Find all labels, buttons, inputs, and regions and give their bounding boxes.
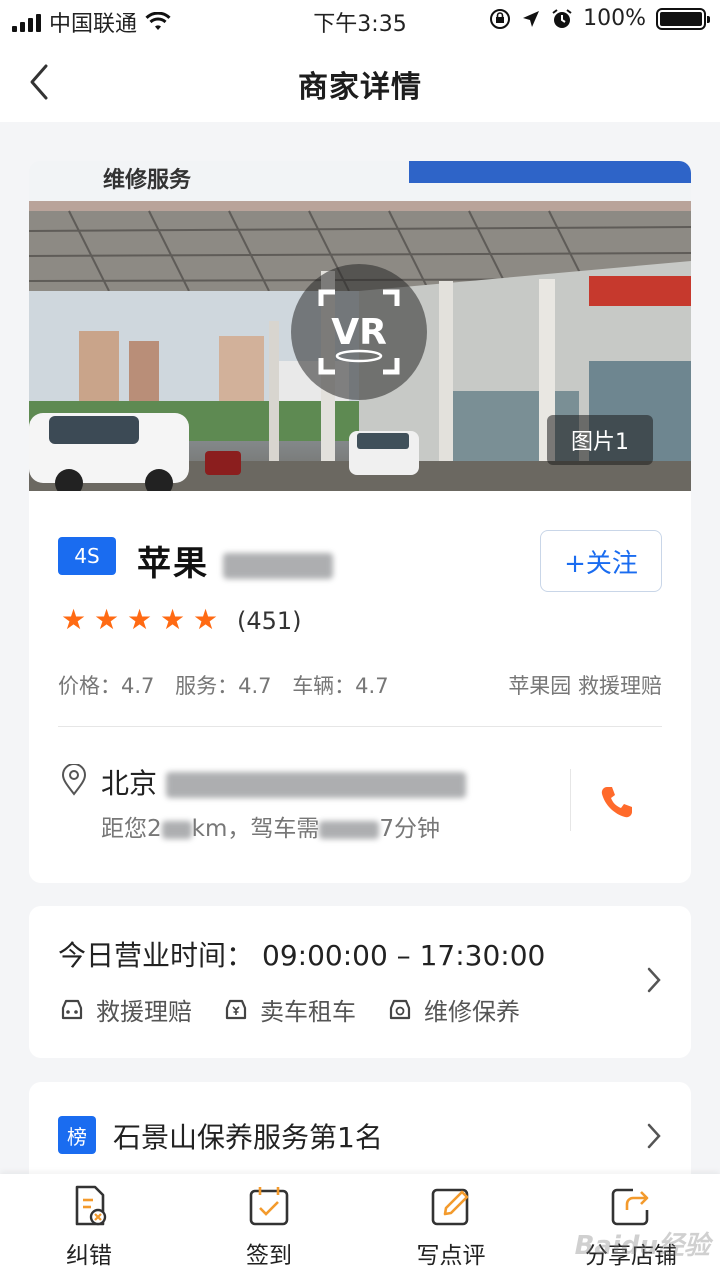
distance-info: 距您2 km，驾车需 7分钟: [101, 809, 440, 843]
battery-percent: 100%: [583, 6, 646, 31]
store-name-text: 苹果: [137, 544, 209, 584]
store-card: 维修服务 VR 图片1 4S 苹果 +关注 ★ ★ ★ ★ ★ (451) 价格…: [29, 161, 691, 883]
divider: [58, 726, 662, 727]
correction-label: 纠错: [66, 1243, 112, 1269]
service-list: 救援理赔 卖车租车 维修保养: [58, 992, 520, 1027]
alarm-icon: [552, 8, 572, 28]
service-sell-rent: 卖车租车: [222, 992, 356, 1027]
phone-icon[interactable]: [598, 783, 636, 821]
vr-icon: VR: [318, 289, 400, 375]
checkin-label: 签到: [246, 1243, 292, 1269]
service-maintenance: 维修保养: [386, 992, 520, 1027]
bottom-action-bar: 纠错 签到 写点评 分享店铺 Baidu经验: [0, 1174, 720, 1280]
repair-car-icon: [389, 999, 411, 1019]
distance-prefix: 距您2: [101, 816, 162, 842]
service-sell-rent-label: 卖车租车: [260, 998, 356, 1026]
service-rescue-label: 救援理赔: [96, 998, 192, 1026]
blurred-store-name: [222, 552, 333, 579]
store-type-badge: 4S: [58, 537, 116, 575]
blurred-address: [165, 772, 466, 798]
chevron-right-icon[interactable]: [645, 966, 663, 994]
write-review-label: 写点评: [416, 1243, 486, 1269]
blurred-distance: [161, 820, 192, 839]
service-rescue: 救援理赔: [58, 992, 192, 1027]
correction-button[interactable]: 纠错: [24, 1184, 154, 1270]
distance-mid: km，驾车需: [191, 816, 320, 842]
page-title: 商家详情: [298, 70, 422, 105]
business-hours-card[interactable]: 今日营业时间： 09:00:00 – 17:30:00 救援理赔 卖车租车 维修保…: [29, 906, 691, 1058]
location-arrow-icon: [523, 10, 540, 27]
score-row: 价格：4.7 服务：4.7 车辆：4.7: [58, 670, 403, 700]
distance-suffix: 7分钟: [379, 816, 441, 842]
photo-sign-text: 维修服务: [103, 167, 192, 193]
rescue-car-icon: [61, 999, 83, 1019]
store-photo[interactable]: 维修服务 VR 图片1: [29, 161, 691, 491]
star-icon: ★: [61, 603, 87, 636]
service-score: 服务：4.7: [175, 674, 272, 698]
service-maintenance-label: 维修保养: [424, 998, 520, 1026]
star-icon: ★: [193, 603, 219, 636]
address-text: 北京: [101, 767, 158, 800]
hours-time: 09:00:00 – 17:30:00: [262, 939, 546, 972]
vertical-divider: [570, 769, 571, 831]
share-icon: [611, 1188, 649, 1226]
status-right: 100%: [489, 6, 710, 31]
chevron-right-icon[interactable]: [645, 1122, 663, 1150]
write-review-icon: [431, 1188, 469, 1226]
vr-label: VR: [331, 312, 387, 353]
rating-stars: ★ ★ ★ ★ ★: [61, 603, 219, 636]
image-index-label: 图片1: [547, 415, 653, 465]
location-pin-icon: [61, 764, 87, 796]
checkin-button[interactable]: 签到: [204, 1184, 334, 1270]
vr-button[interactable]: VR: [291, 264, 427, 400]
ranking-text: 石景山保养服务第1名: [113, 1121, 383, 1154]
watermark: Baidu经验: [574, 1231, 710, 1261]
store-address[interactable]: 北京: [101, 762, 466, 802]
star-icon: ★: [160, 603, 186, 636]
vehicle-score: 车辆：4.7: [292, 674, 389, 698]
store-tags: 苹果园 救援理赔: [508, 674, 662, 698]
sell-car-icon: [225, 999, 247, 1019]
blurred-time: [319, 820, 380, 839]
nav-bar: 商家详情: [0, 40, 720, 122]
star-icon: ★: [127, 603, 153, 636]
ranking-badge: 榜: [58, 1116, 96, 1154]
status-bar: 中国联通 下午3:35 100%: [0, 0, 720, 40]
rotation-lock-icon: [490, 8, 511, 29]
review-count[interactable]: (451): [237, 607, 302, 635]
store-name: 苹果: [137, 536, 333, 585]
business-hours: 今日营业时间： 09:00:00 – 17:30:00: [58, 934, 545, 974]
checkin-icon: [249, 1187, 289, 1226]
battery-icon: [656, 7, 710, 30]
hours-label: 今日营业时间：: [58, 939, 255, 972]
price-score: 价格：4.7: [58, 674, 155, 698]
write-review-button[interactable]: 写点评: [386, 1184, 516, 1270]
follow-button[interactable]: +关注: [540, 530, 662, 592]
correction-icon: [75, 1185, 107, 1226]
star-icon: ★: [94, 603, 120, 636]
